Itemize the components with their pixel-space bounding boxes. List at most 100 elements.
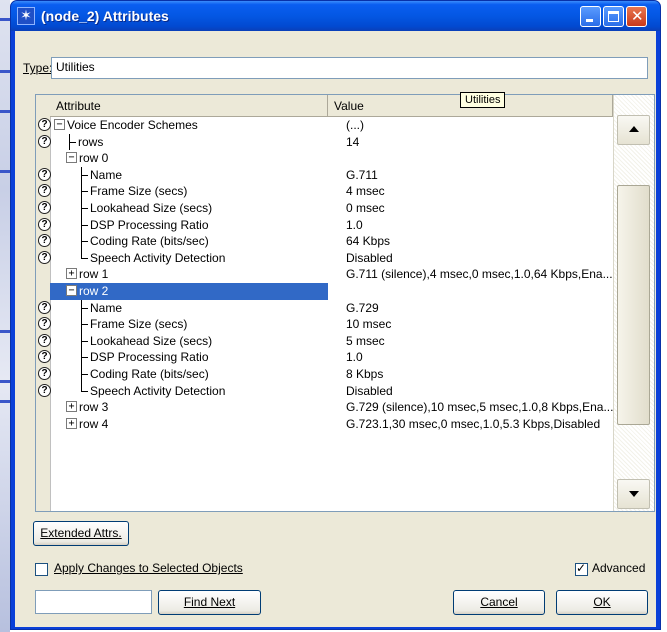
table-row[interactable]: ? − Voice Encoder Schemes (...) [38, 117, 613, 134]
table-row[interactable]: + row 4 G.723.1,30 msec,0 msec,1.0,5.3 Kbp… [50, 416, 613, 433]
attribute-name: Speech Activity Detection [90, 250, 226, 265]
table-row[interactable]: ? Name G.711 [38, 166, 613, 184]
attribute-cell[interactable]: Frame Size (secs) [50, 183, 328, 200]
attribute-name: rows [78, 134, 104, 149]
type-field[interactable]: Utilities [51, 57, 648, 79]
attribute-grid[interactable]: Attribute Value ? − Voice Encoder Schemes(… [35, 94, 655, 512]
table-row[interactable]: − row 0 [50, 150, 613, 167]
tree-branch [81, 208, 88, 209]
table-row[interactable]: ? Name G.729 [38, 299, 613, 317]
tree-branch [81, 307, 88, 309]
column-header-attribute[interactable]: Attribute [50, 95, 328, 117]
advanced-checkbox[interactable]: ✓ [575, 561, 588, 576]
attributes-dialog: ✶ (node_2) Attributes ✕ Type: Utilities … [10, 0, 661, 630]
attribute-name: row 4 [79, 416, 109, 431]
attribute-cell[interactable]: Coding Rate (bits/sec) [50, 233, 328, 250]
vertical-scrollbar[interactable] [613, 95, 654, 511]
scroll-thumb[interactable] [617, 185, 650, 425]
attribute-name: row 3 [79, 400, 109, 415]
table-row[interactable]: ? Lookahead Size (secs) 5 msec [38, 332, 613, 350]
tooltip: Utilities [460, 92, 506, 108]
expand-icon[interactable]: + [66, 417, 77, 429]
attribute-cell[interactable]: DSP Processing Ratio [50, 216, 328, 234]
attribute-cell[interactable]: + row 4 [50, 416, 328, 433]
checkmark-icon: ✓ [576, 561, 587, 575]
collapse-icon[interactable]: − [66, 285, 77, 296]
table-row[interactable]: ? DSP Processing Ratio 1.0 [38, 216, 613, 234]
attribute-value[interactable]: G.723.1,30 msec,0 msec,1.0,5.3 Kbps,Disa… [342, 416, 627, 433]
table-row[interactable]: ? Coding Rate (bits/sec) 8 Kbps [38, 366, 613, 383]
attribute-value[interactable]: 0 msec [342, 200, 627, 217]
attribute-cell[interactable]: + row 1 [50, 266, 328, 283]
tree-branch [81, 340, 88, 342]
tree-branch [81, 241, 88, 243]
table-row[interactable]: ? Lookahead Size (secs) 0 msec [38, 200, 613, 217]
attribute-value[interactable]: (...) [342, 117, 627, 134]
attribute-value[interactable] [342, 150, 627, 167]
attribute-value[interactable]: G.729 [342, 300, 627, 317]
extended-attrs-button[interactable]: Extended Attrs. [33, 521, 129, 546]
minimize-button[interactable] [580, 6, 601, 27]
attribute-cell[interactable]: Name [50, 299, 328, 317]
title-bar[interactable]: ✶ (node_2) Attributes ✕ [11, 1, 660, 31]
attribute-cell[interactable]: Lookahead Size (secs) [50, 200, 328, 217]
attribute-value[interactable]: G.729 (silence),10 msec,5 msec,1.0,8 Kbp… [342, 399, 627, 416]
attribute-value[interactable]: 14 [342, 134, 627, 151]
attribute-cell[interactable]: − Voice Encoder Schemes [50, 117, 328, 134]
attribute-value[interactable]: G.711 (silence),4 msec,0 msec,1.0,64 Kbp… [342, 266, 627, 283]
attribute-cell[interactable]: DSP Processing Ratio [50, 349, 328, 366]
attribute-value[interactable] [342, 283, 627, 300]
scroll-up-button[interactable] [617, 115, 650, 145]
attribute-cell[interactable]: Speech Activity Detection [50, 382, 328, 400]
attribute-name: Speech Activity Detection [90, 383, 226, 398]
attribute-value[interactable]: 1.0 [342, 217, 627, 234]
advanced-label: Advanced [592, 561, 646, 575]
table-row[interactable]: ? rows 14 [38, 133, 613, 151]
find-next-button[interactable]: Find Next [158, 590, 261, 615]
attribute-value[interactable]: 5 msec [342, 333, 627, 350]
attribute-cell[interactable]: Coding Rate (bits/sec) [50, 366, 328, 383]
minimize-icon [586, 19, 593, 22]
cancel-button[interactable]: Cancel [453, 590, 545, 615]
attribute-cell[interactable]: − row 2 [50, 283, 328, 300]
attribute-name: Name [90, 167, 123, 182]
table-row[interactable]: ? DSP Processing Ratio 1.0 [38, 349, 613, 366]
table-row[interactable]: ? Speech Activity Detection Disabled [38, 249, 613, 267]
table-row[interactable]: − row 2 [50, 283, 613, 300]
table-row[interactable]: ? Coding Rate (bits/sec) 64 Kbps [38, 233, 613, 250]
table-row[interactable]: + row 3 G.729 (silence),10 msec,5 msec,1.0… [50, 399, 613, 416]
table-row[interactable]: ? Frame Size (secs) 10 msec [38, 316, 613, 333]
tree-branch [81, 224, 88, 226]
table-row[interactable]: + row 1 G.711 (silence),4 msec,0 msec,1.0,… [50, 266, 613, 283]
table-row[interactable]: ? Speech Activity Detection Disabled [38, 382, 613, 400]
scroll-down-button[interactable] [617, 479, 650, 509]
collapse-icon[interactable]: − [54, 119, 65, 130]
attribute-cell[interactable]: Frame Size (secs) [50, 316, 328, 333]
attribute-value[interactable]: 8 Kbps [342, 366, 627, 383]
table-row[interactable]: ? Frame Size (secs) 4 msec [38, 183, 613, 200]
attribute-value[interactable]: G.711 [342, 167, 627, 184]
attribute-cell[interactable]: Name [50, 166, 328, 184]
attribute-value[interactable]: 10 msec [342, 316, 627, 333]
attribute-cell[interactable]: − row 0 [50, 150, 328, 167]
ok-button[interactable]: OK [556, 590, 648, 615]
expand-icon[interactable]: + [66, 401, 77, 413]
attribute-value[interactable]: Disabled [342, 250, 627, 267]
tree-branch [81, 257, 88, 259]
attribute-name: row 2 [79, 284, 109, 298]
attribute-value[interactable]: 1.0 [342, 349, 627, 366]
maximize-button[interactable] [603, 6, 624, 27]
close-button[interactable]: ✕ [626, 6, 647, 27]
attribute-cell[interactable]: Speech Activity Detection [50, 249, 328, 267]
attribute-cell[interactable]: rows [50, 133, 328, 151]
collapse-icon[interactable]: − [66, 152, 77, 164]
background-window-edge [0, 0, 10, 632]
find-field[interactable] [35, 590, 152, 614]
attribute-cell[interactable]: Lookahead Size (secs) [50, 332, 328, 350]
expand-icon[interactable]: + [66, 268, 77, 280]
attribute-value[interactable]: 4 msec [342, 183, 627, 200]
attribute-value[interactable]: Disabled [342, 383, 627, 400]
attribute-value[interactable]: 64 Kbps [342, 233, 627, 250]
apply-changes-checkbox[interactable] [35, 563, 48, 576]
attribute-cell[interactable]: + row 3 [50, 399, 328, 416]
